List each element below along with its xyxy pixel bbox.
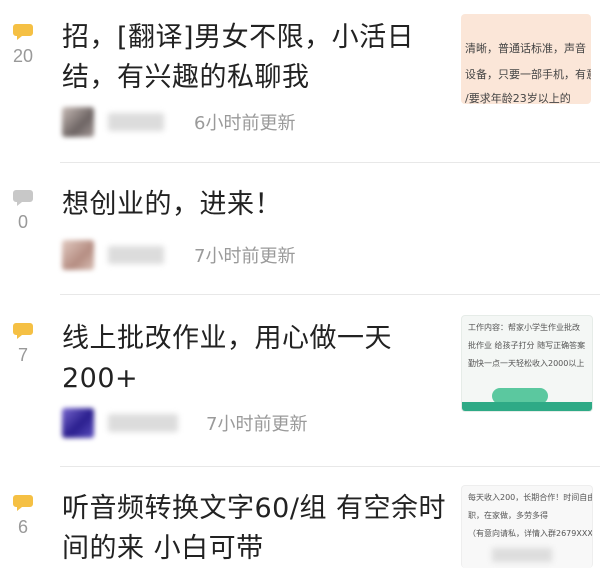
thumbnail-text: （有意向请私，详情入群2679XXXX） xyxy=(468,529,593,538)
post-meta: 7小时前更新 xyxy=(62,240,295,270)
reply-count-value: 0 xyxy=(17,212,28,232)
post-title[interactable]: 听音频转换文字60/组 有空余时间的来 小白可带 xyxy=(62,489,447,569)
thumbnail-text: 工作内容：帮家小学生作业批改 xyxy=(468,323,580,332)
avatar[interactable] xyxy=(62,240,94,270)
reply-count: 7 xyxy=(6,323,40,366)
post-title[interactable]: 线上批改作业，用心做一天200+ xyxy=(62,319,447,399)
post-item[interactable]: 0 想创业的，进来！ 7小时前更新 xyxy=(0,163,600,293)
reply-count: 20 xyxy=(6,24,40,67)
username-blurred[interactable] xyxy=(108,246,164,264)
reply-count: 0 xyxy=(6,190,40,233)
post-thumbnail[interactable]: 每天收入200，长期合作！时间自由，兼 职，在家做，多劳多得 （有意向请私，详情… xyxy=(461,485,593,568)
post-title[interactable]: 想创业的，进来！ xyxy=(62,185,447,225)
comment-bubble-icon xyxy=(13,495,33,511)
post-meta: 7小时前更新 xyxy=(62,408,307,438)
thumbnail-text: 清晰，普通话标准，声音 xyxy=(465,42,586,55)
reply-count: 6 xyxy=(6,495,40,538)
update-time: 7小时前更新 xyxy=(194,246,296,267)
post-item[interactable]: 20 招，[翻译]男女不限，小活日结，有兴趣的私聊我 6小时前更新 清晰，普通话… xyxy=(0,0,600,160)
comment-bubble-icon xyxy=(13,323,33,339)
reply-count-value: 6 xyxy=(17,517,28,537)
reply-count-value: 7 xyxy=(17,345,28,365)
username-blurred[interactable] xyxy=(108,113,164,131)
post-meta: 6小时前更新 xyxy=(62,107,295,137)
post-item[interactable]: 6 听音频转换文字60/组 有空余时间的来 小白可带 每天收入200，长期合作！… xyxy=(0,467,600,569)
avatar[interactable] xyxy=(62,408,94,438)
post-thumbnail[interactable]: 清晰，普通话标准，声音 设备，只要一部手机，有意 /要求年龄23岁以上的 xyxy=(461,14,591,104)
thumbnail-text: 批作业 给孩子打分 随写正确答案 xyxy=(468,341,586,350)
avatar[interactable] xyxy=(62,107,94,137)
post-thumbnail[interactable]: 工作内容：帮家小学生作业批改 批作业 给孩子打分 随写正确答案 勤快一点一天轻松… xyxy=(461,315,593,412)
post-item[interactable]: 7 线上批改作业，用心做一天200+ 7小时前更新 工作内容：帮家小学生作业批改… xyxy=(0,295,600,465)
thumbnail-blurred-area xyxy=(492,548,552,562)
comment-bubble-icon xyxy=(13,190,33,206)
thumbnail-text: 设备，只要一部手机，有意 xyxy=(465,68,591,81)
thumbnail-bar-shape xyxy=(462,402,592,411)
update-time: 7小时前更新 xyxy=(206,414,308,435)
reply-count-value: 20 xyxy=(12,46,34,66)
thumbnail-text: 职，在家做，多劳多得 xyxy=(468,511,548,520)
thumbnail-text: 每天收入200，长期合作！时间自由，兼 xyxy=(468,493,592,502)
comment-bubble-icon xyxy=(13,24,33,40)
post-title[interactable]: 招，[翻译]男女不限，小活日结，有兴趣的私聊我 xyxy=(62,18,447,98)
thumbnail-text: /要求年龄23岁以上的 xyxy=(465,92,571,104)
username-blurred[interactable] xyxy=(108,414,178,432)
thumbnail-text: 勤快一点一天轻松收入2000以上 xyxy=(468,359,585,368)
update-time: 6小时前更新 xyxy=(194,113,296,134)
